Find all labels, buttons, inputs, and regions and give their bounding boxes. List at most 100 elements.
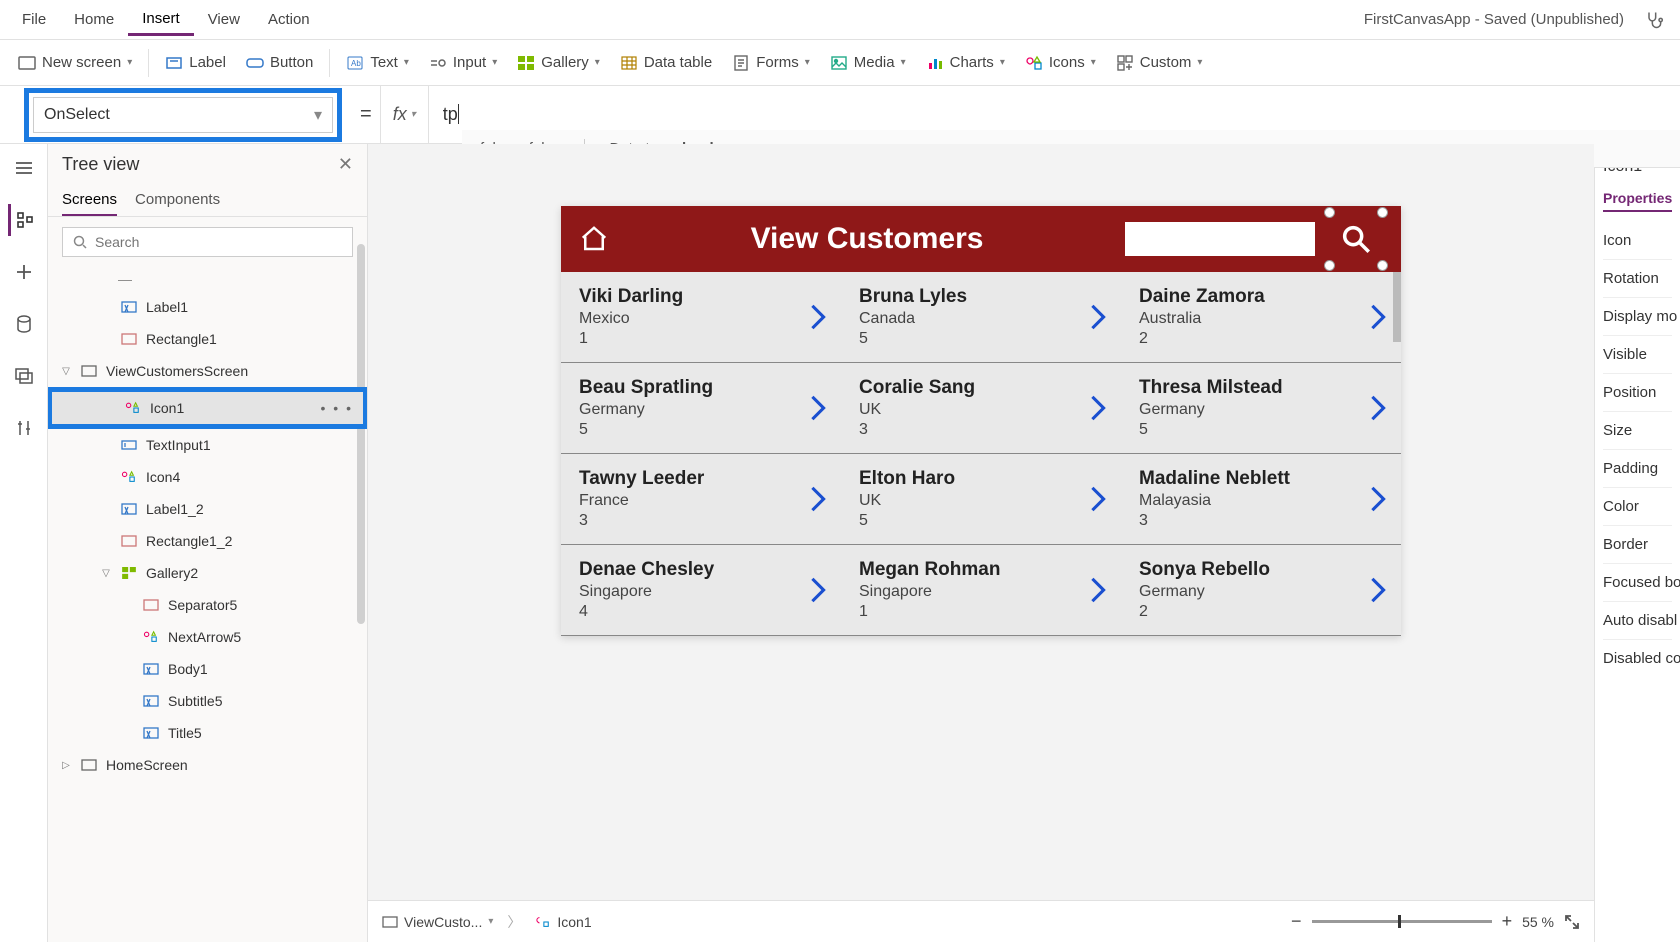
property-row[interactable]: Icon [1603,222,1672,259]
selection-handle[interactable] [1324,260,1335,271]
new-screen-button[interactable]: New screen▾ [8,48,142,78]
data-table-button[interactable]: Data table [610,48,722,78]
gallery-button[interactable]: Gallery▾ [507,48,610,78]
label-button[interactable]: Label [155,48,236,78]
menu-insert[interactable]: Insert [128,4,194,36]
zoom-in-button[interactable]: + [1502,911,1513,932]
gallery-cell[interactable]: Tawny LeederFrance3 [561,454,841,545]
tree-item-NextArrow5[interactable]: NextArrow5 [48,621,367,653]
tree-item-TextInput1[interactable]: TextInput1 [48,429,367,461]
tree-collapse[interactable]: — [48,271,367,291]
gallery-cell[interactable]: Bruna LylesCanada5 [841,272,1121,363]
gallery-cell[interactable]: Thresa MilsteadGermany5 [1121,363,1401,454]
property-row[interactable]: Border [1603,525,1672,563]
property-row[interactable]: Disabled co [1603,639,1672,677]
chevron-right-icon[interactable] [1089,394,1107,422]
chevron-right-icon[interactable] [1089,485,1107,513]
property-dropdown[interactable]: OnSelect ▾ [33,97,333,133]
gallery-cell[interactable]: Coralie SangUK3 [841,363,1121,454]
tree-item-Label1_2[interactable]: Label1_2 [48,493,367,525]
property-row[interactable]: Display mo [1603,297,1672,335]
selection-handle[interactable] [1377,260,1388,271]
chevron-right-icon[interactable] [1369,576,1387,604]
data-rail-icon[interactable] [8,308,40,340]
breadcrumb-control[interactable]: Icon1 [535,914,591,930]
tree-item-Label1[interactable]: Label1 [48,291,367,323]
selection-handle[interactable] [1377,207,1388,218]
tree-item-HomeScreen[interactable]: ▷HomeScreen [48,749,367,781]
canvas[interactable]: View Customers Viki DarlingMexico1Bruna … [561,206,1401,636]
zoom-slider[interactable] [1312,920,1492,923]
chevron-right-icon[interactable] [1369,485,1387,513]
expand-icon[interactable]: ▷ [60,760,72,771]
gallery-cell[interactable]: Madaline NeblettMalayasia3 [1121,454,1401,545]
chevron-right-icon[interactable] [809,394,827,422]
menu-action[interactable]: Action [254,5,324,34]
tree-item-Gallery2[interactable]: ▽Gallery2 [48,557,367,589]
tree-item-Rectangle1[interactable]: Rectangle1 [48,323,367,355]
icons-button[interactable]: Icons▾ [1015,48,1106,78]
gallery-cell[interactable]: Sonya RebelloGermany2 [1121,545,1401,636]
media-button[interactable]: Media▾ [820,48,916,78]
breadcrumb-screen[interactable]: ViewCusto... ▾ [382,914,493,930]
properties-tab[interactable]: Properties [1603,186,1672,212]
tree-item-Icon4[interactable]: Icon4 [48,461,367,493]
property-row[interactable]: Focused bo [1603,563,1672,601]
custom-button[interactable]: Custom▾ [1106,48,1213,78]
property-row[interactable]: Auto disabl [1603,601,1672,639]
property-row[interactable]: Position [1603,373,1672,411]
stethoscope-icon[interactable] [1636,10,1672,30]
add-rail-icon[interactable] [8,256,40,288]
tree-search[interactable] [62,227,353,257]
expand-icon[interactable]: ▽ [100,568,112,579]
gallery-cell[interactable]: Viki DarlingMexico1 [561,272,841,363]
search-input[interactable] [95,234,342,250]
property-row[interactable]: Size [1603,411,1672,449]
property-row[interactable]: Color [1603,487,1672,525]
gallery-cell[interactable]: Megan RohmanSingapore1 [841,545,1121,636]
property-row[interactable]: Visible [1603,335,1672,373]
tab-screens[interactable]: Screens [62,185,117,216]
expand-icon[interactable] [1564,914,1580,930]
tree-item-Separator5[interactable]: Separator5 [48,589,367,621]
search-icon-selected[interactable] [1329,212,1383,266]
gallery-cell[interactable]: Daine ZamoraAustralia2 [1121,272,1401,363]
tree-item-Rectangle1_2[interactable]: Rectangle1_2 [48,525,367,557]
more-icon[interactable]: • • • [321,400,353,416]
home-icon[interactable] [579,224,609,254]
text-button[interactable]: Ab Text▾ [336,48,419,78]
charts-button[interactable]: Charts▾ [916,48,1015,78]
scrollbar[interactable] [357,244,365,624]
chevron-right-icon[interactable] [1369,394,1387,422]
gallery-cell[interactable]: Elton HaroUK5 [841,454,1121,545]
menu-view[interactable]: View [194,5,254,34]
media-rail-icon[interactable] [8,360,40,392]
gallery[interactable]: Viki DarlingMexico1Bruna LylesCanada5Dai… [561,272,1401,636]
property-row[interactable]: Rotation [1603,259,1672,297]
menu-file[interactable]: File [8,5,60,34]
chevron-right-icon[interactable] [809,303,827,331]
gallery-scrollbar[interactable] [1393,272,1401,342]
input-button[interactable]: Input▾ [419,48,507,78]
hamburger-icon[interactable] [8,152,40,184]
gallery-cell[interactable]: Beau SpratlingGermany5 [561,363,841,454]
chevron-right-icon[interactable] [1089,576,1107,604]
chevron-right-icon[interactable] [1369,303,1387,331]
property-row[interactable]: Padding [1603,449,1672,487]
selection-handle[interactable] [1324,207,1335,218]
formula-input[interactable]: tp [429,104,1680,125]
menu-home[interactable]: Home [60,5,128,34]
tree-item-ViewCustomersScreen[interactable]: ▽ViewCustomersScreen [48,355,367,387]
expand-icon[interactable]: ▽ [60,366,72,377]
chevron-right-icon[interactable] [809,485,827,513]
tree-item-Subtitle5[interactable]: Subtitle5 [48,685,367,717]
tree-item-Body1[interactable]: Body1 [48,653,367,685]
chevron-right-icon[interactable] [809,576,827,604]
fx-dropdown[interactable]: fx ▾ [380,86,429,143]
tools-rail-icon[interactable] [8,412,40,444]
canvas-search-input[interactable] [1125,222,1315,256]
tree-item-Icon1[interactable]: Icon1• • • [48,387,367,429]
tree-view-rail-icon[interactable] [8,204,40,236]
chevron-right-icon[interactable] [1089,303,1107,331]
tree-item-Title5[interactable]: Title5 [48,717,367,749]
